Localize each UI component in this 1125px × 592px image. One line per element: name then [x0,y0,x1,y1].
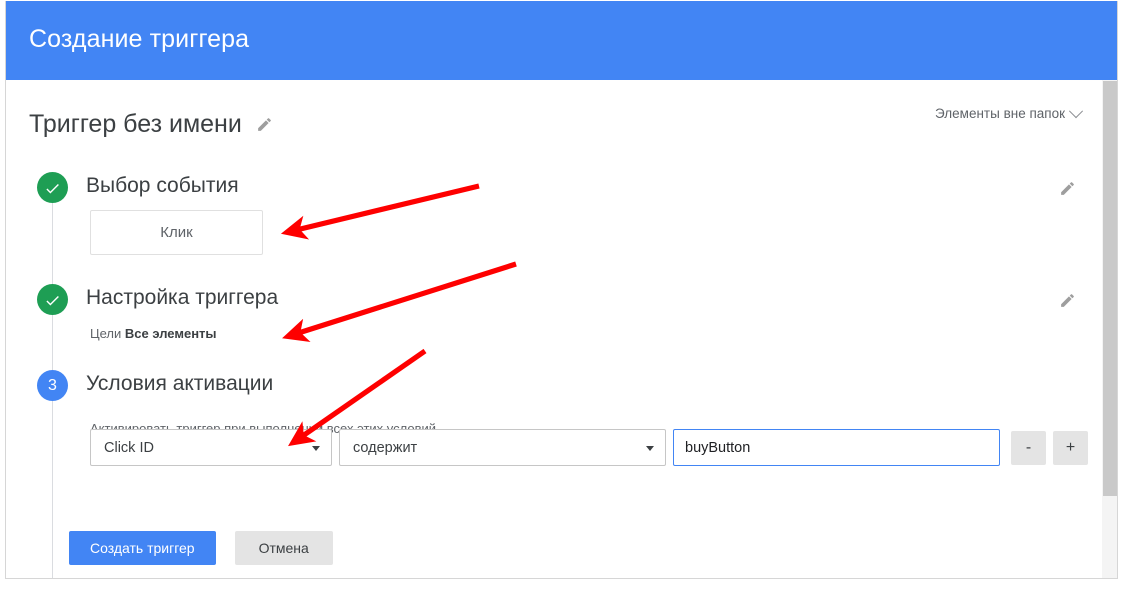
step-1-status-icon [37,172,68,203]
step-1-title: Выбор события [86,174,239,197]
trigger-targets-summary: Цели Все элементы [90,326,217,341]
form-actions: Создать триггер Отмена [69,531,333,565]
trigger-name-row: Триггер без имени [29,110,273,139]
targets-label: Цели [90,326,122,341]
window-content: Элементы вне папок Триггер без имени Выб… [6,80,1117,578]
remove-condition-button[interactable]: - [1011,430,1046,465]
condition-variable-select[interactable]: Click ID [90,429,332,466]
caret-down-icon [646,445,654,451]
step-2-status-icon [37,284,68,315]
check-icon [46,183,59,194]
step-2-edit-pencil-icon[interactable] [1059,292,1076,309]
step-2-title: Настройка триггера [86,286,279,309]
add-condition-button[interactable]: + [1053,430,1088,465]
step-1-edit-pencil-icon[interactable] [1059,180,1076,197]
condition-row: Click ID содержит - + [90,429,1088,466]
caret-down-icon [312,445,320,451]
create-trigger-window: Создание триггера Элементы вне папок Три… [5,1,1118,579]
rename-pencil-icon[interactable] [256,116,273,133]
condition-variable-value: Click ID [104,439,154,456]
condition-operator-value: содержит [353,439,418,456]
folder-selector[interactable]: Элементы вне папок [935,103,1084,121]
folder-selector-label: Элементы вне папок [935,106,1065,121]
step-3-title: Условия активации [86,372,274,395]
condition-operator-select[interactable]: содержит [339,429,666,466]
targets-value: Все элементы [124,326,217,341]
event-type-box[interactable]: Клик [90,210,263,255]
page-title: Триггер без имени [29,110,242,138]
cancel-button[interactable]: Отмена [234,531,333,565]
step-3-status-icon: 3 [37,370,68,401]
check-icon [46,295,59,306]
chevron-down-icon [1068,103,1084,118]
window-title-bar: Создание триггера [6,1,1117,80]
vertical-scrollbar[interactable] [1102,80,1117,578]
create-trigger-button[interactable]: Создать триггер [69,531,216,565]
step-3-number: 3 [48,377,57,394]
condition-value-input[interactable] [673,429,1000,466]
window-title: Создание триггера [29,25,250,53]
screenshot-root: Создание триггера Элементы вне папок Три… [0,0,1125,592]
scrollbar-thumb[interactable] [1103,81,1117,496]
